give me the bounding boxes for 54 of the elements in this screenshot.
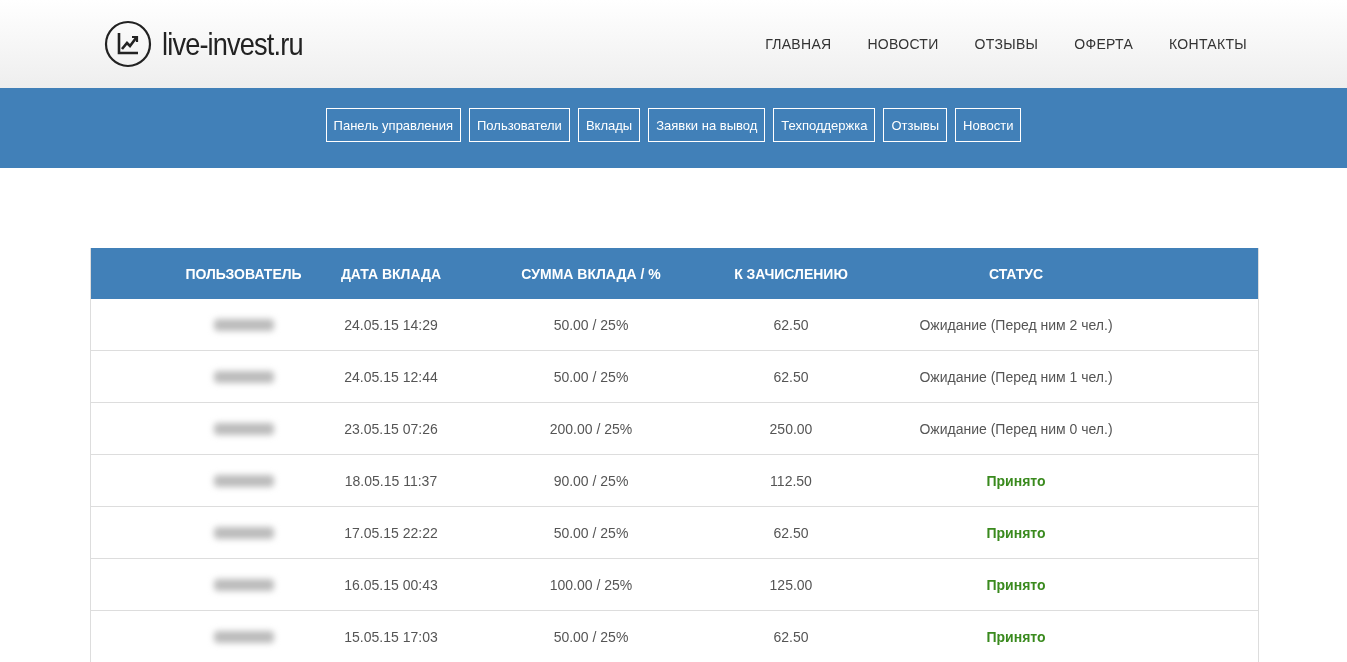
status-cell-text: Принято — [985, 628, 1047, 645]
table-cell-text: 100.00 / 25% — [548, 576, 634, 593]
table-cell-text: 23.05.15 07:26 — [343, 420, 439, 437]
status-cell-text: Принято — [985, 576, 1047, 593]
table-cell-text: 112.50 — [769, 472, 813, 489]
column-header: К ЗАЧИСЛЕНИЮ — [733, 265, 849, 282]
column-header: ПОЛЬЗОВАТЕЛЬ — [184, 265, 303, 282]
table-cell-text: 50.00 / 25% — [552, 316, 630, 333]
admin-menu-button[interactable]: Новости — [955, 108, 1022, 142]
table-cell-text: 62.50 — [772, 628, 810, 645]
nav-link[interactable]: ОФЕРТА — [1074, 36, 1134, 52]
status-cell-text: Ожидание (Перед ним 2 чел.) — [918, 316, 1114, 333]
table-cell-text: 24.05.15 12:44 — [343, 368, 439, 385]
nav-link[interactable]: ГЛАВНАЯ — [765, 36, 832, 52]
column-header: СТАТУС — [987, 265, 1045, 282]
column-header: ДАТА ВКЛАДА — [339, 265, 443, 282]
nav-link[interactable]: КОНТАКТЫ — [1169, 36, 1247, 52]
nav-link[interactable]: ОТЗЫВЫ — [974, 36, 1039, 52]
status-cell-text: Ожидание (Перед ним 1 чел.) — [918, 368, 1114, 385]
admin-menu-button[interactable]: Панель управления — [325, 108, 461, 142]
blurred-username — [213, 578, 274, 591]
table-cell-text: 50.00 / 25% — [552, 628, 630, 645]
blurred-username — [213, 318, 274, 331]
admin-menu-button[interactable]: Вклады — [577, 108, 641, 142]
admin-menu-button[interactable]: Отзывы — [883, 108, 948, 142]
table-cell-text: 50.00 / 25% — [552, 524, 630, 541]
table-cell-text: 18.05.15 11:37 — [343, 472, 439, 489]
admin-menu-button[interactable]: Пользователи — [469, 108, 570, 142]
blurred-username — [213, 474, 274, 487]
table-cell-text: 17.05.15 22:22 — [343, 524, 439, 541]
site-logo[interactable]: live-invest.ru — [162, 25, 303, 63]
table-cell-text: 250.00 — [768, 420, 814, 437]
table-cell-text: 90.00 / 25% — [552, 472, 630, 489]
nav-link[interactable]: НОВОСТИ — [867, 36, 939, 52]
blurred-username — [213, 526, 274, 539]
blurred-username — [213, 422, 274, 435]
table-cell-text: 50.00 / 25% — [552, 368, 630, 385]
table-cell-text: 125.00 — [768, 576, 814, 593]
blurred-username — [213, 370, 274, 383]
table-cell-text: 15.05.15 17:03 — [343, 628, 439, 645]
blurred-username — [213, 630, 274, 643]
table-cell-text: 62.50 — [772, 368, 810, 385]
table-cell-text: 16.05.15 00:43 — [343, 576, 439, 593]
status-cell-text: Принято — [985, 524, 1047, 541]
chart-logo-icon — [104, 20, 152, 68]
table-cell-text: 24.05.15 14:29 — [343, 316, 439, 333]
table-cell-text: 62.50 — [772, 316, 810, 333]
admin-menu-button[interactable]: Заявки на вывод — [648, 108, 766, 142]
status-cell-text: Принято — [985, 472, 1047, 489]
admin-menu-button[interactable]: Техподдержка — [773, 108, 876, 142]
table-cell-text: 62.50 — [772, 524, 810, 541]
status-cell-text: Ожидание (Перед ним 0 чел.) — [918, 420, 1114, 437]
column-header: СУММА ВКЛАДА / % — [520, 265, 662, 282]
table-cell-text: 200.00 / 25% — [548, 420, 634, 437]
